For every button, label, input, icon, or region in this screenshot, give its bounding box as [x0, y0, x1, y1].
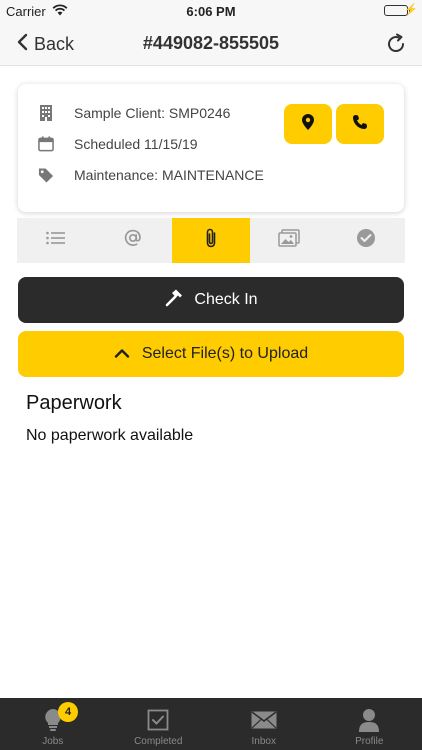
client-row: Sample Client: SMP0246	[38, 104, 230, 122]
check-in-label: Check In	[194, 291, 258, 308]
upload-label: Select File(s) to Upload	[141, 345, 309, 362]
tab-complete[interactable]	[327, 218, 405, 263]
upload-files-button[interactable]: Select File(s) to Upload	[18, 331, 404, 377]
job-info-card: Sample Client: SMP0246 Scheduled 11/15/1…	[18, 84, 404, 212]
tab-completed[interactable]: Completed	[106, 698, 212, 750]
location-button[interactable]	[284, 104, 332, 144]
scheduled-date: Scheduled 11/15/19	[74, 136, 198, 152]
tag-icon	[38, 166, 54, 184]
job-detail-tabs	[17, 218, 405, 263]
person-icon	[355, 706, 383, 734]
status-bar: Carrier 6:06 PM ⚡	[0, 0, 422, 22]
paperwork-heading: Paperwork	[26, 392, 122, 414]
photos-icon	[277, 229, 300, 252]
chevron-up-icon	[114, 345, 130, 363]
tab-jobs[interactable]: Jobs 4	[0, 698, 106, 750]
charging-icon: ⚡	[404, 4, 418, 16]
tab-contacts[interactable]	[95, 218, 173, 263]
building-icon	[38, 104, 54, 122]
tab-profile-label: Profile	[355, 736, 384, 747]
bottom-tab-bar: Jobs 4 Completed Inbox Profile	[0, 698, 422, 750]
hammer-icon	[164, 288, 184, 313]
tab-inbox[interactable]: Inbox	[211, 698, 317, 750]
page-title: #449082-855505	[142, 33, 280, 53]
navigation-bar: Back #449082-855505	[0, 22, 422, 66]
at-icon	[123, 228, 143, 253]
check-in-button[interactable]: Check In	[18, 277, 404, 323]
phone-icon	[352, 114, 368, 135]
schedule-row: Scheduled 11/15/19	[38, 135, 198, 153]
tab-attachments[interactable]	[172, 218, 250, 263]
clock: 6:06 PM	[186, 4, 236, 19]
jobs-count-badge: 4	[58, 702, 78, 722]
call-button[interactable]	[336, 104, 384, 144]
paperclip-icon	[204, 227, 218, 254]
paperwork-empty-message: No paperwork available	[26, 427, 194, 444]
job-type: Maintenance: MAINTENANCE	[74, 167, 264, 183]
tab-jobs-label: Jobs	[42, 736, 64, 747]
calendar-icon	[38, 135, 54, 153]
check-circle-icon	[356, 228, 376, 253]
map-pin-icon	[302, 113, 314, 135]
tab-inbox-label: Inbox	[251, 736, 276, 747]
checkbox-icon	[144, 706, 172, 734]
tab-profile[interactable]: Profile	[317, 698, 422, 750]
tab-completed-label: Completed	[134, 736, 183, 747]
tab-details[interactable]	[17, 218, 95, 263]
job-type-row: Maintenance: MAINTENANCE	[38, 166, 264, 184]
client-name: Sample Client: SMP0246	[74, 105, 231, 121]
envelope-icon	[250, 706, 278, 734]
refresh-icon[interactable]	[384, 32, 408, 56]
tab-photos[interactable]	[250, 218, 328, 263]
list-icon	[45, 231, 66, 250]
